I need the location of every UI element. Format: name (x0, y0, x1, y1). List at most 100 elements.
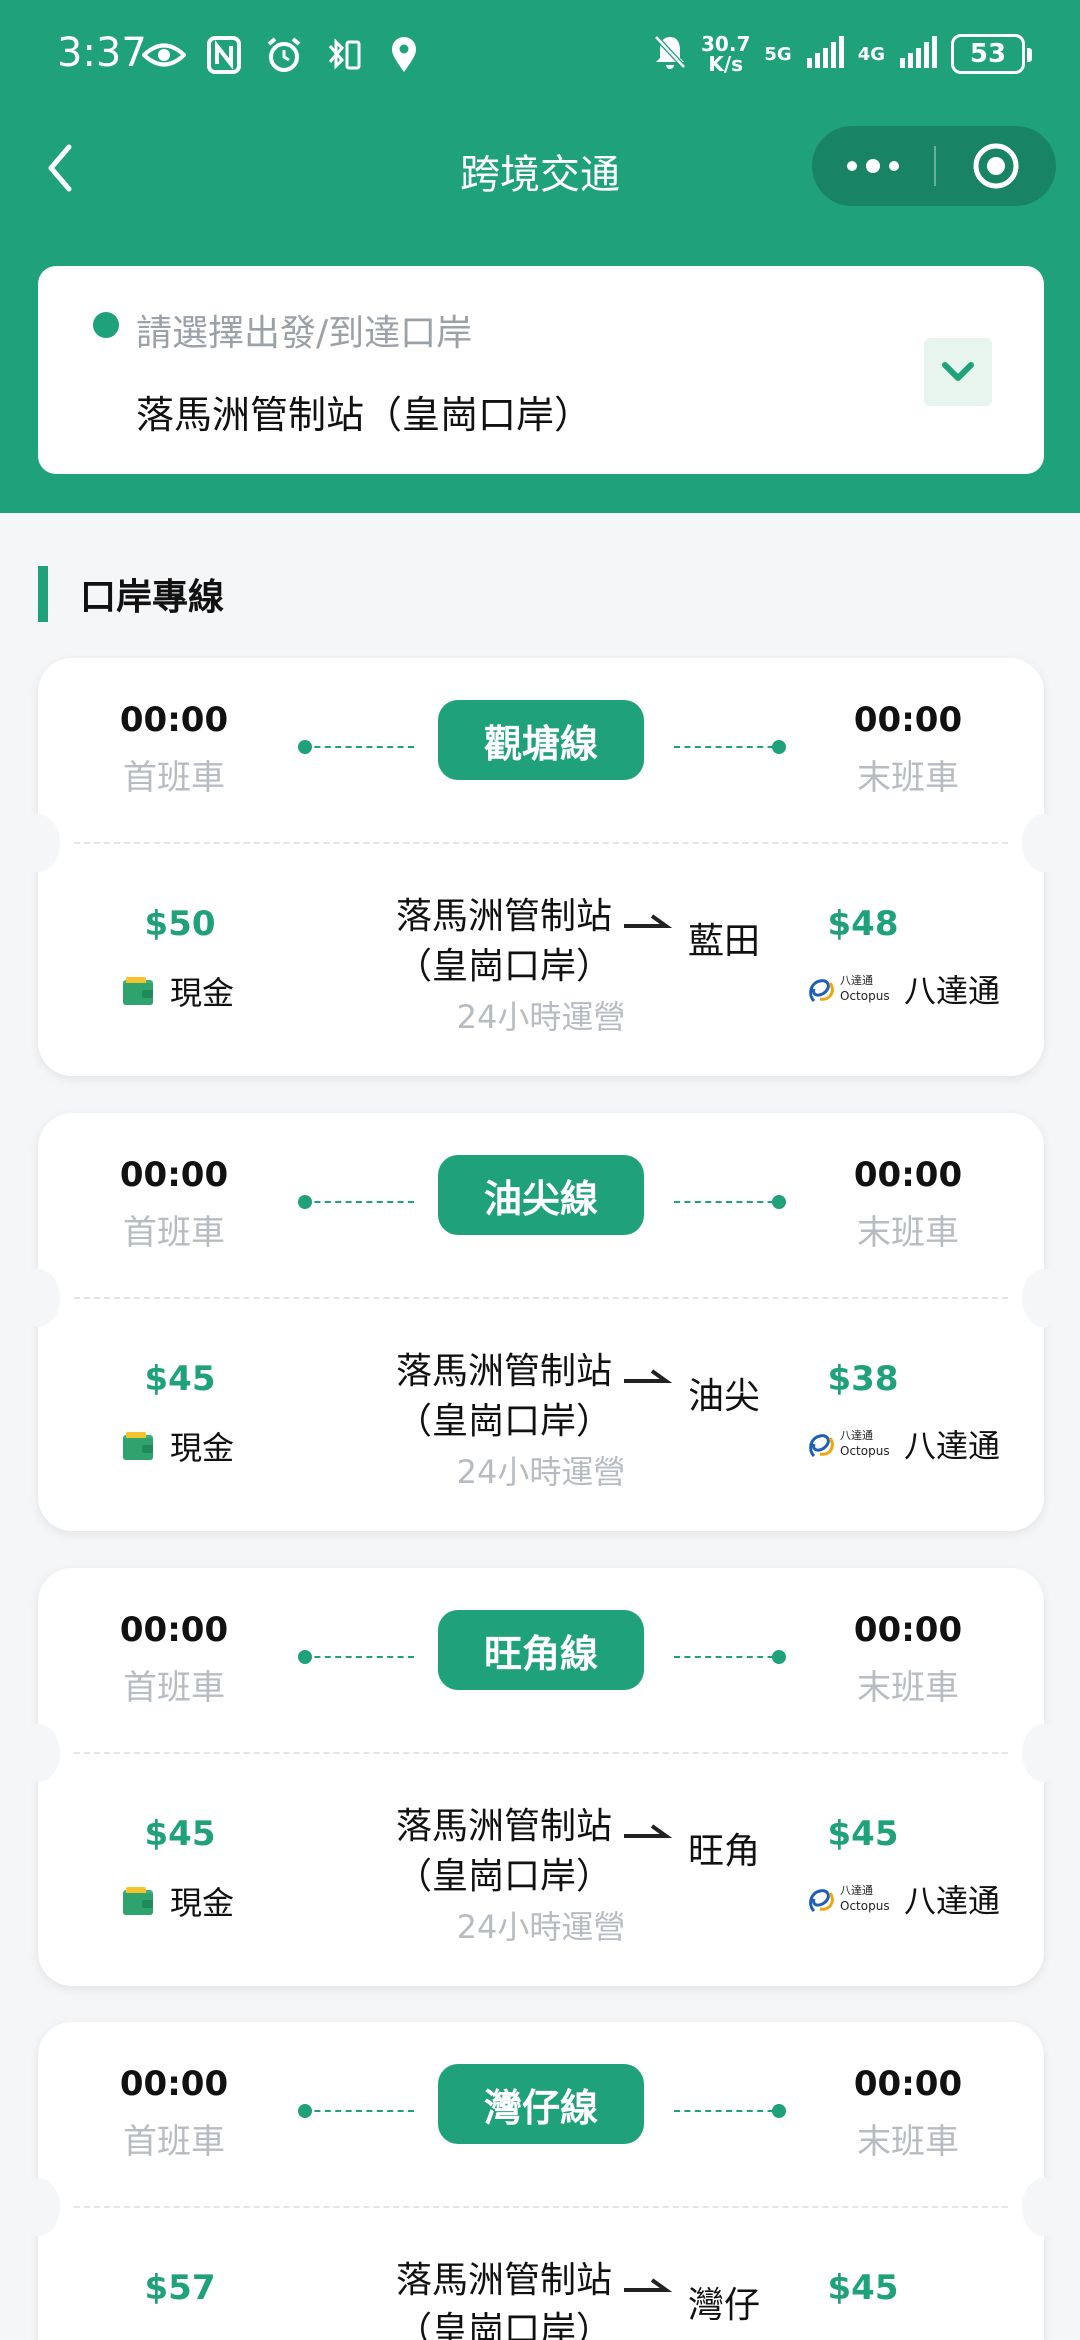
route-line-dot (772, 2104, 786, 2118)
from-stop: 落馬洲管制站 （皇崗口岸） (334, 2256, 674, 2340)
more-dot (866, 159, 880, 173)
mute-icon (653, 34, 687, 74)
route-card[interactable]: 00:00 首班車 油尖線 00:00 末班車 $45 現金 落馬洲管制站 （皇… (16, 1113, 1066, 1531)
route-line (674, 1656, 784, 1658)
cash-price: $50 (144, 904, 216, 944)
status-bar: 3:37 30.7 K/s 5G 4G 53 (0, 0, 1080, 110)
bluetooth-battery-icon (322, 33, 366, 77)
svg-text:八達通: 八達通 (840, 974, 873, 987)
last-bus-label: 末班車 (857, 1213, 959, 1253)
port-selector[interactable]: 請選擇出發/到達口岸 落馬洲管制站（皇崗口岸） (38, 266, 1044, 474)
last-bus-label: 末班車 (857, 2122, 959, 2162)
last-bus-label: 末班車 (857, 1668, 959, 1708)
last-bus-time: 00:00 (853, 1155, 963, 1195)
arrow-right-icon (624, 2278, 672, 2292)
speed-value: 30.7 (701, 32, 751, 56)
route-line (304, 746, 414, 748)
card-divider (74, 842, 1008, 844)
more-dot (847, 161, 857, 171)
from-stop: 落馬洲管制站 （皇崗口岸） (334, 1347, 674, 1447)
first-bus-label: 首班車 (123, 2122, 225, 2162)
card-divider (74, 1752, 1008, 1754)
more-button[interactable] (812, 126, 934, 206)
network-speed: 30.7 K/s (701, 34, 750, 74)
mini-program-capsule (812, 126, 1056, 206)
route-line-dot (772, 1650, 786, 1664)
route-line (304, 2110, 414, 2112)
more-dot (889, 161, 899, 171)
arrow-right-icon (624, 914, 672, 928)
svg-text:八達通: 八達通 (840, 1884, 873, 1897)
battery-level: 53 (969, 39, 1007, 69)
selector-dot (93, 312, 119, 338)
route-line (674, 2110, 784, 2112)
to-stop: 藍田 (688, 921, 761, 962)
route-card[interactable]: 00:00 首班車 灣仔線 00:00 末班車 $57 落馬洲管制站 （皇崗口岸… (16, 2022, 1066, 2340)
cash-price: $45 (144, 1359, 216, 1399)
nav-bar: 跨境交通 (0, 120, 1080, 220)
close-program-button[interactable] (936, 126, 1056, 206)
signal-icon-2 (899, 36, 937, 72)
route-line (304, 1201, 414, 1203)
first-bus-label: 首班車 (123, 1213, 225, 1253)
chevron-down-icon (942, 362, 974, 381)
selector-value: 落馬洲管制站（皇崗口岸） (136, 393, 593, 437)
card-notch (16, 1724, 60, 1782)
card-notch (16, 1269, 60, 1327)
card-notch (16, 814, 60, 872)
to-stop: 灣仔 (688, 2285, 761, 2326)
card-divider (74, 1297, 1008, 1299)
route-card[interactable]: 00:00 首班車 觀塘線 00:00 末班車 $50 現金 落馬洲管制站 （皇… (16, 658, 1066, 1076)
first-bus-time: 00:00 (119, 1610, 229, 1650)
target-icon (973, 143, 1019, 189)
route-name-badge: 旺角線 (438, 1610, 644, 1690)
last-bus-label: 末班車 (857, 758, 959, 798)
first-bus-time: 00:00 (119, 2064, 229, 2104)
svg-text:八達通: 八達通 (840, 1429, 873, 1442)
net-5g-label: 5G (764, 43, 792, 65)
route-line-dot (772, 1195, 786, 1209)
net-4g-label: 4G (857, 43, 885, 65)
first-bus-time: 00:00 (119, 700, 229, 740)
card-notch (1022, 2178, 1066, 2236)
from-stop-line2: （皇崗口岸） (395, 1401, 612, 1442)
from-stop: 落馬洲管制站 （皇崗口岸） (334, 1802, 674, 1902)
status-left-icons (142, 30, 426, 80)
service-hours: 24小時運營 (456, 1908, 626, 1946)
to-stop: 油尖 (688, 1376, 761, 1417)
status-time: 3:37 (57, 30, 147, 76)
route-line (674, 746, 784, 748)
last-bus-time: 00:00 (853, 2064, 963, 2104)
alarm-icon (262, 33, 306, 77)
to-stop: 旺角 (688, 1831, 761, 1872)
from-stop-line2: （皇崗口岸） (395, 946, 612, 987)
first-bus-label: 首班車 (123, 1668, 225, 1708)
nfc-icon (202, 33, 246, 77)
from-stop: 落馬洲管制站 （皇崗口岸） (334, 892, 674, 992)
card-notch (1022, 1724, 1066, 1782)
eye-icon (142, 33, 186, 77)
speed-unit: K/s (708, 52, 744, 76)
status-right-icons: 30.7 K/s 5G 4G 53 (653, 28, 1032, 80)
card-notch (16, 2178, 60, 2236)
cash-price: $57 (144, 2268, 216, 2308)
route-line (674, 1201, 784, 1203)
battery-icon: 53 (951, 34, 1032, 74)
from-stop-line2: （皇崗口岸） (395, 2310, 612, 2340)
first-bus-label: 首班車 (123, 758, 225, 798)
octopus-price: $45 (827, 2268, 899, 2308)
octopus-price: $38 (827, 1359, 899, 1399)
dropdown-button[interactable] (924, 338, 992, 406)
route-name-badge: 油尖線 (438, 1155, 644, 1235)
cash-price: $45 (144, 1814, 216, 1854)
service-hours: 24小時運營 (456, 1453, 626, 1491)
first-bus-time: 00:00 (119, 1155, 229, 1195)
signal-icon (806, 36, 844, 72)
route-line-dot (772, 740, 786, 754)
location-icon (382, 33, 426, 77)
route-card[interactable]: 00:00 首班車 旺角線 00:00 末班車 $45 現金 落馬洲管制站 （皇… (16, 1568, 1066, 1986)
from-stop-line2: （皇崗口岸） (395, 1856, 612, 1897)
selector-hint: 請選擇出發/到達口岸 (136, 313, 473, 354)
card-notch (1022, 1269, 1066, 1327)
route-line (304, 1656, 414, 1658)
